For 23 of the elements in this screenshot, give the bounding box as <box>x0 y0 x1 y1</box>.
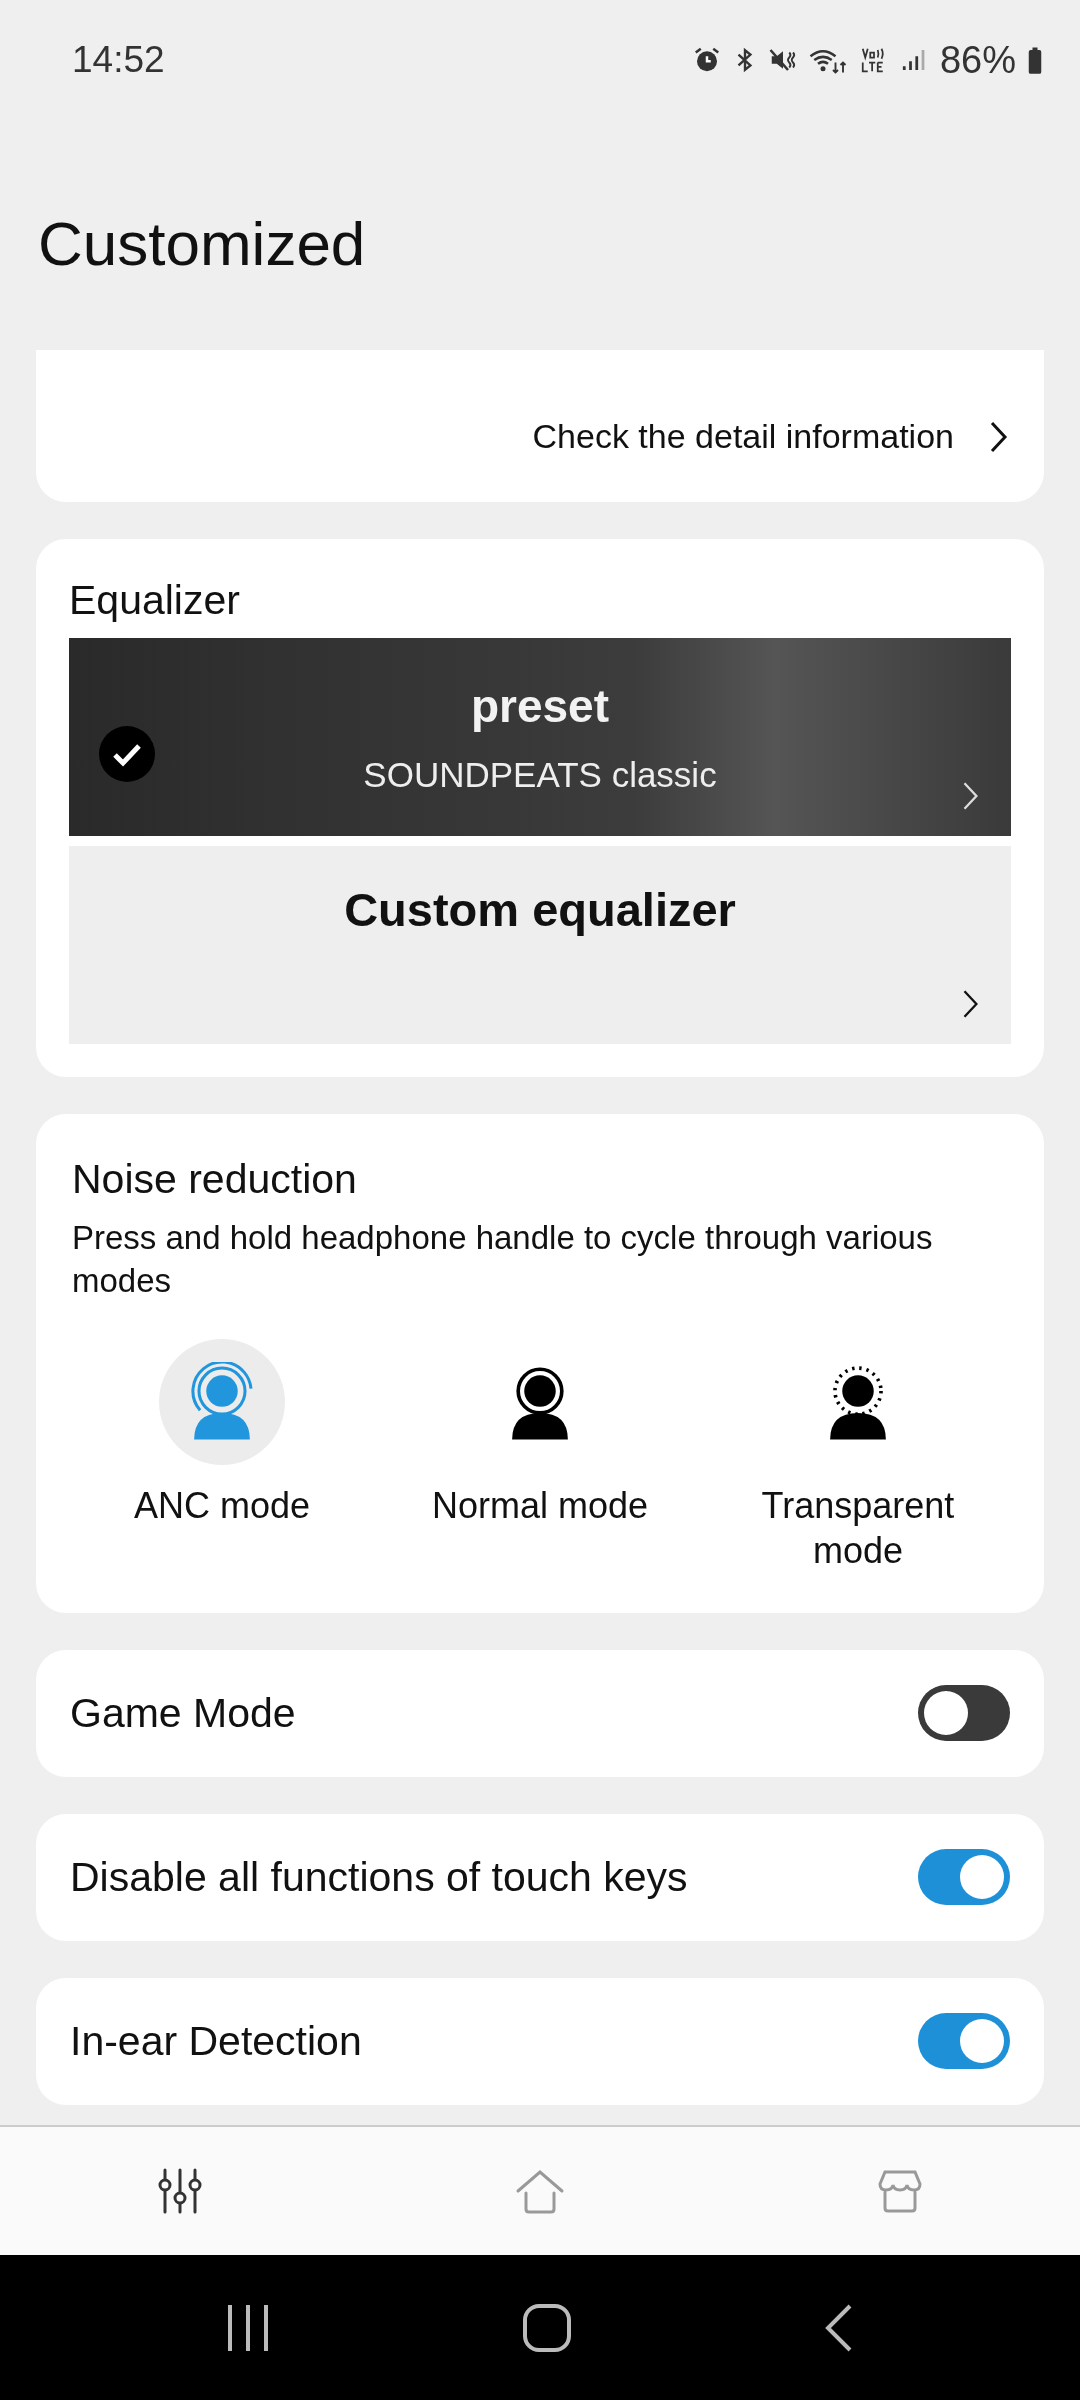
preset-title: preset <box>470 679 610 733</box>
battery-icon <box>1026 45 1044 75</box>
detail-link[interactable]: Check the detail information <box>532 417 954 456</box>
page-title: Customized <box>38 208 367 280</box>
noise-reduction-title: Noise reduction <box>72 1156 358 1203</box>
setting-label: Disable all functions of touch keys <box>70 1853 688 1901</box>
equalizer-title: Equalizer <box>69 577 241 624</box>
preset-name: SOUNDPEATS classic <box>363 755 717 795</box>
setting-label: In-ear Detection <box>70 2017 362 2065</box>
custom-equalizer-title: Custom equalizer <box>344 882 736 937</box>
check-icon <box>99 726 155 782</box>
home-icon[interactable] <box>522 2302 572 2353</box>
battery-percent: 86% <box>939 38 1016 82</box>
status-time: 14:52 <box>72 39 165 81</box>
recents-icon[interactable] <box>226 2302 270 2353</box>
mode-label: Transparent mode <box>760 1483 956 1573</box>
noise-reduction-description: Press and hold headphone handle to cycle through various modes <box>72 1218 934 1301</box>
preset-option[interactable]: preset SOUNDPEATS classic <box>69 638 1011 836</box>
custom-equalizer-option[interactable]: Custom equalizer <box>69 846 1011 1044</box>
back-icon[interactable] <box>824 2302 854 2353</box>
mode-label: ANC mode <box>132 1483 312 1528</box>
setting-label: Game Mode <box>70 1689 296 1737</box>
mode-label: Normal mode <box>430 1483 650 1528</box>
